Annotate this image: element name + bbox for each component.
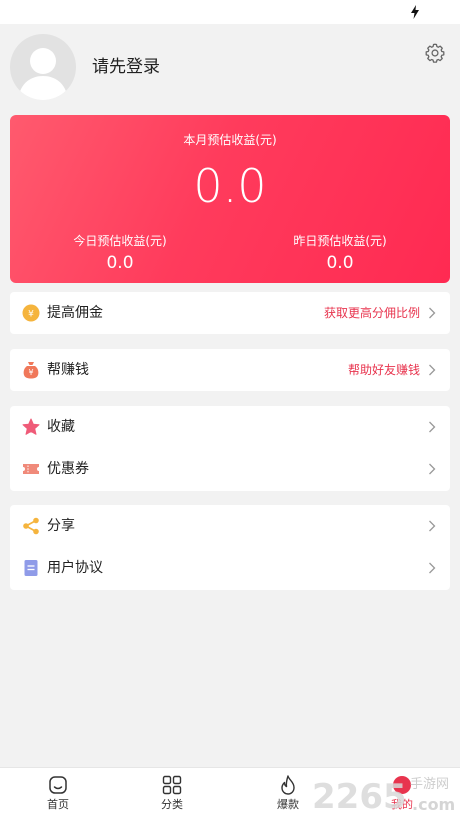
avatar[interactable]: [10, 34, 76, 100]
chevron-right-icon: [429, 520, 436, 532]
menu-item-label: 收藏: [47, 419, 75, 435]
misc-card: 分享 用户协议: [10, 505, 450, 590]
star-icon: [22, 418, 40, 435]
gear-icon[interactable]: [424, 42, 446, 64]
profile-header: 请先登录: [0, 24, 460, 110]
menu-item-label: 分享: [47, 518, 75, 534]
tab-label: 爆款: [277, 798, 299, 811]
user-placeholder-icon: [18, 48, 68, 100]
menu-item-favorites[interactable]: 收藏: [10, 406, 450, 448]
ticket-icon: [23, 464, 39, 474]
menu-item-label: 用户协议: [47, 560, 103, 576]
charging-icon: [411, 5, 419, 19]
help-earn-action-link[interactable]: 帮助好友赚钱: [348, 362, 420, 378]
commission-action-link[interactable]: 获取更高分佣比例: [324, 305, 420, 321]
menu-item-label: 帮赚钱: [47, 362, 89, 378]
tab-home[interactable]: 首页: [28, 774, 88, 812]
help-earn-card: ¥ 帮赚钱 帮助好友赚钱: [10, 349, 450, 391]
document-icon: [24, 560, 38, 576]
chevron-right-icon: [429, 463, 436, 475]
yesterday-earnings-label: 昨日预估收益(元): [293, 234, 387, 248]
collection-card: 收藏 优惠券: [10, 406, 450, 491]
today-earnings-label: 今日预估收益(元): [73, 234, 167, 248]
chevron-right-icon: [429, 364, 436, 376]
watermark-number: 2265: [312, 777, 407, 816]
grid-icon: [162, 775, 182, 795]
menu-item-agreement[interactable]: 用户协议: [10, 547, 450, 589]
yesterday-earnings-value: 0.0: [326, 253, 354, 273]
home-icon: [49, 776, 67, 794]
watermark-domain: .com: [412, 795, 455, 814]
watermark-site: 手游网: [410, 777, 449, 792]
status-bar: [0, 0, 460, 24]
watermark-logo: 2265 手游网 .com: [312, 777, 455, 816]
flame-icon: [281, 775, 295, 795]
tab-label: 分类: [161, 798, 183, 811]
menu-item-help-earn[interactable]: ¥ 帮赚钱 帮助好友赚钱: [10, 349, 450, 391]
chevron-right-icon: [429, 421, 436, 433]
chevron-right-icon: [429, 307, 436, 319]
share-icon: [23, 517, 39, 535]
coin-icon: ¥: [22, 304, 40, 322]
money-bag-icon: ¥: [23, 362, 39, 379]
login-prompt[interactable]: 请先登录: [92, 56, 160, 78]
chevron-right-icon: [429, 562, 436, 574]
tab-category[interactable]: 分类: [142, 774, 202, 812]
month-earnings-value: 0.0: [193, 159, 267, 213]
today-earnings: 今日预估收益(元) 0.0: [50, 233, 190, 274]
menu-item-share[interactable]: 分享: [10, 505, 450, 547]
earnings-card: 本月预估收益(元) 0.0 今日预估收益(元) 0.0 昨日预估收益(元) 0.…: [10, 115, 450, 283]
menu-item-label: 优惠券: [47, 461, 89, 477]
yesterday-earnings: 昨日预估收益(元) 0.0: [270, 233, 410, 274]
svg-text:¥: ¥: [28, 368, 33, 377]
tab-label: 首页: [47, 798, 69, 811]
month-earnings-label: 本月预估收益(元): [183, 133, 277, 147]
menu-item-commission[interactable]: ¥ 提高佣金 获取更高分佣比例: [10, 292, 450, 334]
menu-item-coupons[interactable]: 优惠券: [10, 448, 450, 490]
tab-hot[interactable]: 爆款: [258, 774, 318, 812]
commission-card: ¥ 提高佣金 获取更高分佣比例: [10, 292, 450, 334]
today-earnings-value: 0.0: [106, 253, 134, 273]
menu-item-label: 提高佣金: [47, 305, 103, 321]
svg-text:¥: ¥: [28, 310, 34, 320]
